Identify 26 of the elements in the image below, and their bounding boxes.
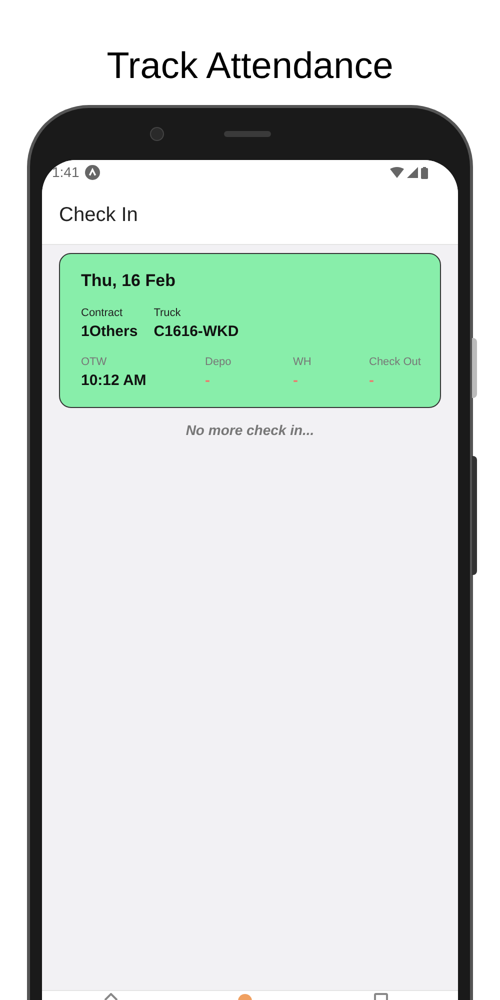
- status-time: 1:41: [52, 163, 80, 182]
- home-icon[interactable]: [104, 993, 118, 1000]
- app-notification-icon: [85, 165, 100, 180]
- signal-icon: [407, 167, 418, 178]
- end-message: No more check in...: [186, 420, 314, 440]
- stage-label: Depo: [205, 354, 232, 370]
- speaker-icon: [224, 131, 271, 137]
- camera-icon: [150, 127, 164, 141]
- page-caption: Track Attendance: [106, 47, 394, 84]
- wifi-icon: [390, 167, 404, 178]
- battery-icon: [421, 166, 428, 178]
- field-label: Truck: [154, 306, 182, 320]
- stage-value: -: [205, 371, 211, 391]
- side-key: [472, 338, 477, 398]
- check-in-date: Thu, 16 Feb: [81, 270, 176, 292]
- stage-value: -: [369, 371, 375, 391]
- stage-value: -: [293, 371, 299, 391]
- field-label: Contract: [81, 306, 124, 320]
- check-in-card[interactable]: Thu, 16 Feb Contract 1Others Truck C1616-WKD OTW 10:12 AM Depo - WH - Check Out -: [59, 253, 441, 408]
- stage-label: Check Out: [369, 354, 421, 370]
- stage-value: 10:12 AM: [81, 371, 148, 391]
- field-value: C1616-WKD: [154, 322, 239, 342]
- field-value: 1Others: [81, 322, 138, 342]
- app-bar-title: Check In: [59, 202, 138, 228]
- stage-label: OTW: [81, 354, 108, 370]
- stage-label: WH: [293, 354, 312, 370]
